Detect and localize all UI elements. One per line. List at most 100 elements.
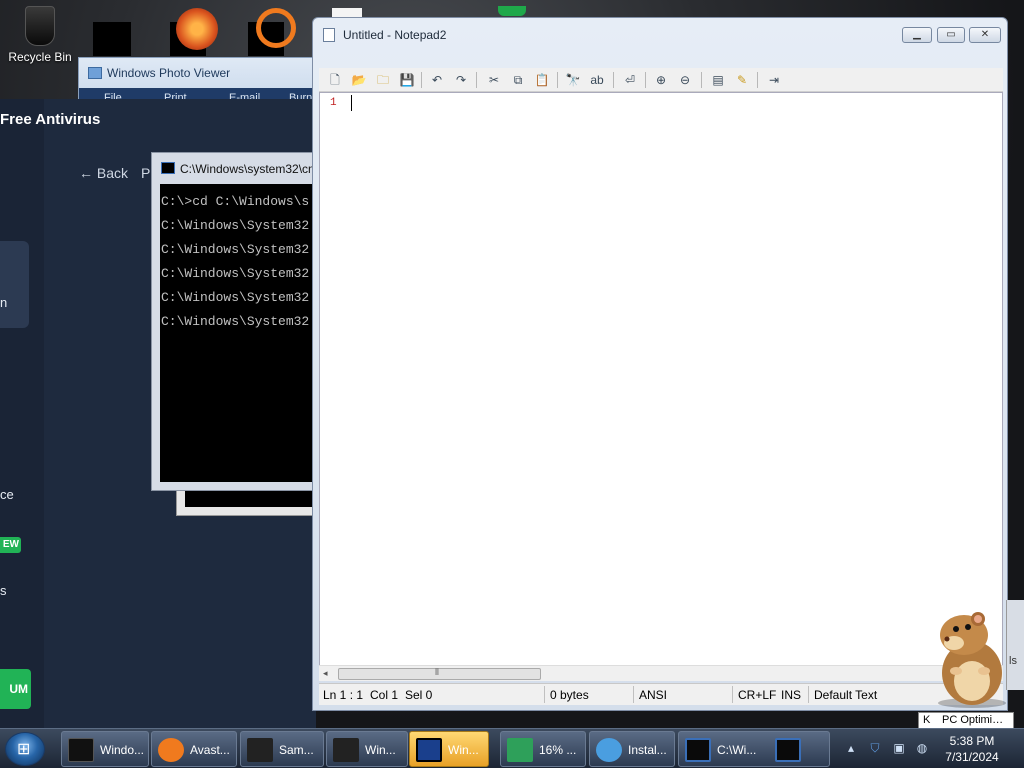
taskbar-item[interactable]: 16% ... — [500, 731, 586, 767]
replace-icon[interactable]: ab — [589, 72, 605, 88]
tooltip-text: PC Optimi… — [942, 714, 1004, 726]
console-line: C:\Windows\System32 — [161, 242, 310, 257]
console-line: C:\Windows\System32 — [161, 266, 310, 281]
status-separator — [808, 686, 809, 703]
line-number: 1 — [330, 97, 337, 109]
toolbar-separator — [476, 72, 477, 88]
task-label: Avast... — [190, 743, 230, 757]
desktop-shortcut-redacted[interactable] — [93, 22, 131, 56]
exit-icon[interactable]: ⇥ — [766, 72, 782, 88]
zoom-in-icon[interactable]: ⊕ — [653, 72, 669, 88]
minimize-button[interactable]: ▁ — [902, 27, 932, 43]
task-label: C:\Wi... — [717, 743, 757, 757]
recycle-bin-icon — [25, 6, 55, 46]
notepad2-window[interactable]: Untitled - Notepad2 ▁ ▭ ✕ 🗋 📂 🗀 💾 ↶ ↷ ✂ … — [312, 17, 1008, 711]
sidebar-label-protection[interactable]: n — [0, 295, 7, 310]
back-button[interactable]: ← Back — [79, 165, 128, 181]
status-encoding[interactable]: ANSI — [639, 688, 667, 702]
taskbar-item-active[interactable]: Win... — [409, 731, 489, 767]
cut-icon[interactable]: ✂ — [486, 72, 502, 88]
show-hidden-icons-icon[interactable]: ▴ — [844, 741, 858, 755]
network-icon[interactable]: ▣ — [892, 741, 906, 755]
taskbar-item[interactable]: Avast... — [151, 731, 237, 767]
volume-icon[interactable]: ◍ — [915, 741, 929, 755]
customize-icon[interactable]: ✎ — [734, 72, 750, 88]
toolbar-separator — [757, 72, 758, 88]
status-eol[interactable]: CR+LF — [738, 688, 776, 702]
task-icon-monitor — [68, 738, 94, 762]
close-button[interactable]: ✕ — [969, 27, 1001, 43]
sidebar-label-performance[interactable]: ce — [0, 487, 14, 502]
horizontal-scrollbar[interactable]: ◂ ⦀ — [319, 665, 1003, 681]
console-line: C:\Windows\System32 — [161, 290, 310, 305]
toolbar-separator — [557, 72, 558, 88]
taskbar-item[interactable]: Instal... — [589, 731, 675, 767]
status-sel: Sel 0 — [405, 688, 433, 702]
status-separator — [544, 686, 545, 703]
status-separator — [732, 686, 733, 703]
task-icon-avast — [158, 738, 184, 762]
line-number-gutter: 1 — [320, 93, 344, 679]
status-bar: Ln 1 : 1 Col 1 Sel 0 0 bytes ANSI CR+LF … — [319, 683, 1003, 705]
status-col: Col 1 — [370, 688, 399, 702]
task-icon-cmd — [685, 738, 711, 762]
taskbar-item[interactable]: Windo... — [61, 731, 149, 767]
notepad-icon — [323, 28, 335, 42]
sidebar-label-settings[interactable]: s — [0, 583, 7, 598]
editor-area[interactable]: 1 — [319, 92, 1003, 680]
taskbar-item[interactable]: Win... — [326, 731, 408, 767]
scroll-left-icon[interactable]: ◂ — [323, 668, 328, 679]
clock-time: 5:38 PM — [949, 734, 995, 748]
desktop-shortcut-green[interactable] — [498, 6, 526, 16]
notepad-title: Untitled - Notepad2 — [343, 28, 447, 42]
grip-icon: ⦀ — [435, 667, 439, 677]
taskbar-item[interactable]: C:\Wi... — [678, 731, 830, 767]
redo-icon[interactable]: ↷ — [453, 72, 469, 88]
sidebar-active-item[interactable] — [0, 241, 29, 328]
task-icon-cmd — [775, 738, 801, 762]
security-shield-icon[interactable]: ⛉ — [868, 741, 882, 755]
paste-icon[interactable]: 📋 — [534, 72, 550, 88]
toolbar-separator — [613, 72, 614, 88]
tooltip-key: K — [923, 714, 931, 726]
maximize-button[interactable]: ▭ — [937, 27, 965, 43]
toolbar-separator — [645, 72, 646, 88]
status-position: Ln 1 : 1 — [323, 688, 364, 702]
task-icon-installer — [507, 738, 533, 762]
console-line: C:\Windows\System32 — [161, 314, 310, 329]
copy-icon[interactable]: ⧉ — [510, 72, 526, 88]
recycle-bin-shortcut[interactable]: Recycle Bin — [1, 6, 79, 64]
toolbar-separator — [701, 72, 702, 88]
antivirus-sidebar — [0, 99, 44, 728]
task-label: Win... — [365, 743, 396, 757]
start-button[interactable]: ⊞ — [5, 732, 45, 766]
antivirus-title: Free Antivirus — [0, 111, 101, 128]
taskbar: ⊞ Windo... Avast... Sam... Win... Win...… — [0, 728, 1024, 768]
cmd-console[interactable]: C:\>cd C:\Windows\s C:\Windows\System32 … — [160, 184, 320, 482]
open-icon[interactable]: 📂 — [351, 72, 367, 88]
new-file-icon[interactable]: 🗋 — [327, 72, 343, 88]
cmd-window[interactable]: C:\Windows\system32\cmd.exe C:\>cd C:\Wi… — [151, 152, 321, 491]
scheme-icon[interactable]: ▤ — [710, 72, 726, 88]
task-label: Win... — [448, 743, 479, 757]
find-icon[interactable]: 🔭 — [565, 72, 581, 88]
status-scheme[interactable]: Default Text — [814, 688, 877, 702]
task-icon-device — [333, 738, 359, 762]
cmd-window-behind[interactable] — [176, 488, 316, 516]
go-premium-button[interactable]: UM — [0, 669, 31, 709]
save-icon[interactable]: 💾 — [399, 72, 415, 88]
app-shortcut-icon[interactable] — [256, 8, 296, 48]
console-line: C:\Windows\System32 — [161, 218, 310, 233]
zoom-out-icon[interactable]: ⊖ — [677, 72, 693, 88]
word-wrap-icon[interactable]: ⏎ — [622, 72, 638, 88]
hamster-mascot-icon[interactable] — [920, 605, 1012, 710]
notepad-toolbar: 🗋 📂 🗀 💾 ↶ ↷ ✂ ⧉ 📋 🔭 ab ⏎ ⊕ ⊖ ▤ ✎ ⇥ — [319, 68, 1003, 92]
taskbar-item[interactable]: Sam... — [240, 731, 324, 767]
browse-icon[interactable]: 🗀 — [375, 72, 391, 88]
browser-shortcut-icon[interactable] — [176, 8, 218, 50]
clock[interactable]: 5:38 PM 7/31/2024 — [930, 733, 1014, 765]
scroll-thumb[interactable]: ⦀ — [338, 667, 541, 680]
undo-icon[interactable]: ↶ — [429, 72, 445, 88]
toolbar-separator — [421, 72, 422, 88]
taskbar-tooltip: K PC Optimi… — [918, 712, 1014, 729]
